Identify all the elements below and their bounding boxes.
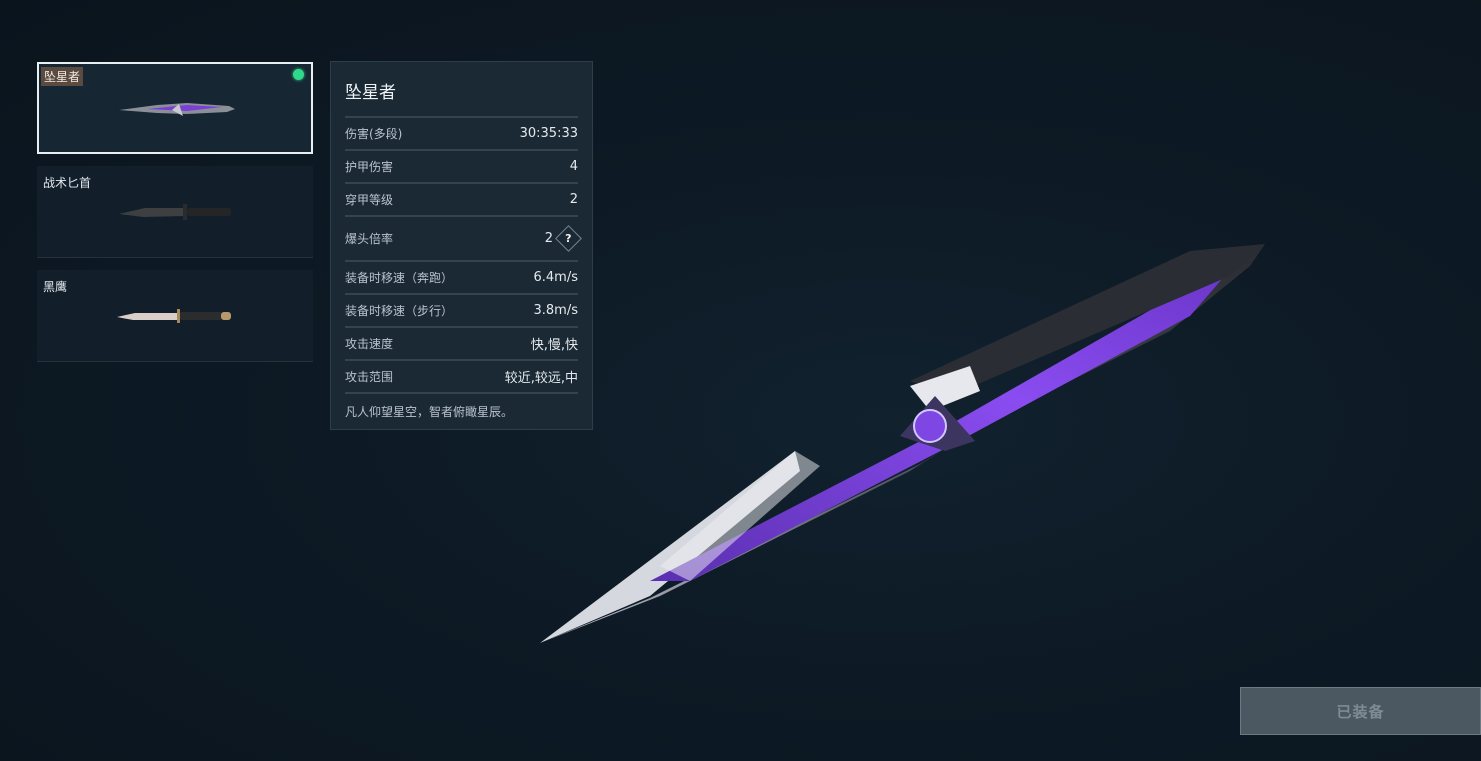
stats-title: 坠星者 (345, 62, 578, 118)
stat-label: 装备时移速（奔跑） (345, 271, 454, 285)
stat-label: 伤害(多段) (345, 127, 403, 141)
stat-label: 爆头倍率 (345, 232, 394, 246)
weapon-3d-preview[interactable] (530, 236, 1275, 650)
weapon-card-starfall[interactable]: 坠星者 (37, 62, 313, 154)
stat-value: 2 (569, 192, 578, 207)
weapon-card-tactical-knife[interactable]: 战术匕首 (37, 166, 313, 258)
weapon-name: 黑鹰 (43, 280, 68, 294)
stat-label: 装备时移速（步行） (345, 304, 454, 318)
equipped-indicator (293, 69, 304, 80)
stat-label: 攻击范围 (345, 370, 394, 384)
stat-row-armor-pierce: 穿甲等级 2 (345, 184, 578, 217)
starfall-thumbnail (119, 103, 235, 116)
stat-label: 攻击速度 (345, 337, 394, 351)
tactical-knife-thumbnail (119, 204, 231, 220)
stat-value: 4 (569, 159, 578, 174)
weapon-name: 战术匕首 (43, 176, 92, 190)
weapon-list: 坠星者 战术匕首 黑鹰 (37, 62, 313, 374)
equipped-button[interactable]: 已装备 (1240, 687, 1481, 735)
stat-label: 穿甲等级 (345, 193, 394, 207)
stat-value: 30:35:33 (519, 126, 578, 141)
weapon-card-black-hawk[interactable]: 黑鹰 (37, 270, 313, 362)
weapon-name: 坠星者 (41, 67, 84, 86)
stat-label: 护甲伤害 (345, 160, 394, 174)
stat-row-armor-damage: 护甲伤害 4 (345, 151, 578, 184)
stat-row-damage: 伤害(多段) 30:35:33 (345, 118, 578, 151)
black-hawk-thumbnail (117, 309, 231, 323)
